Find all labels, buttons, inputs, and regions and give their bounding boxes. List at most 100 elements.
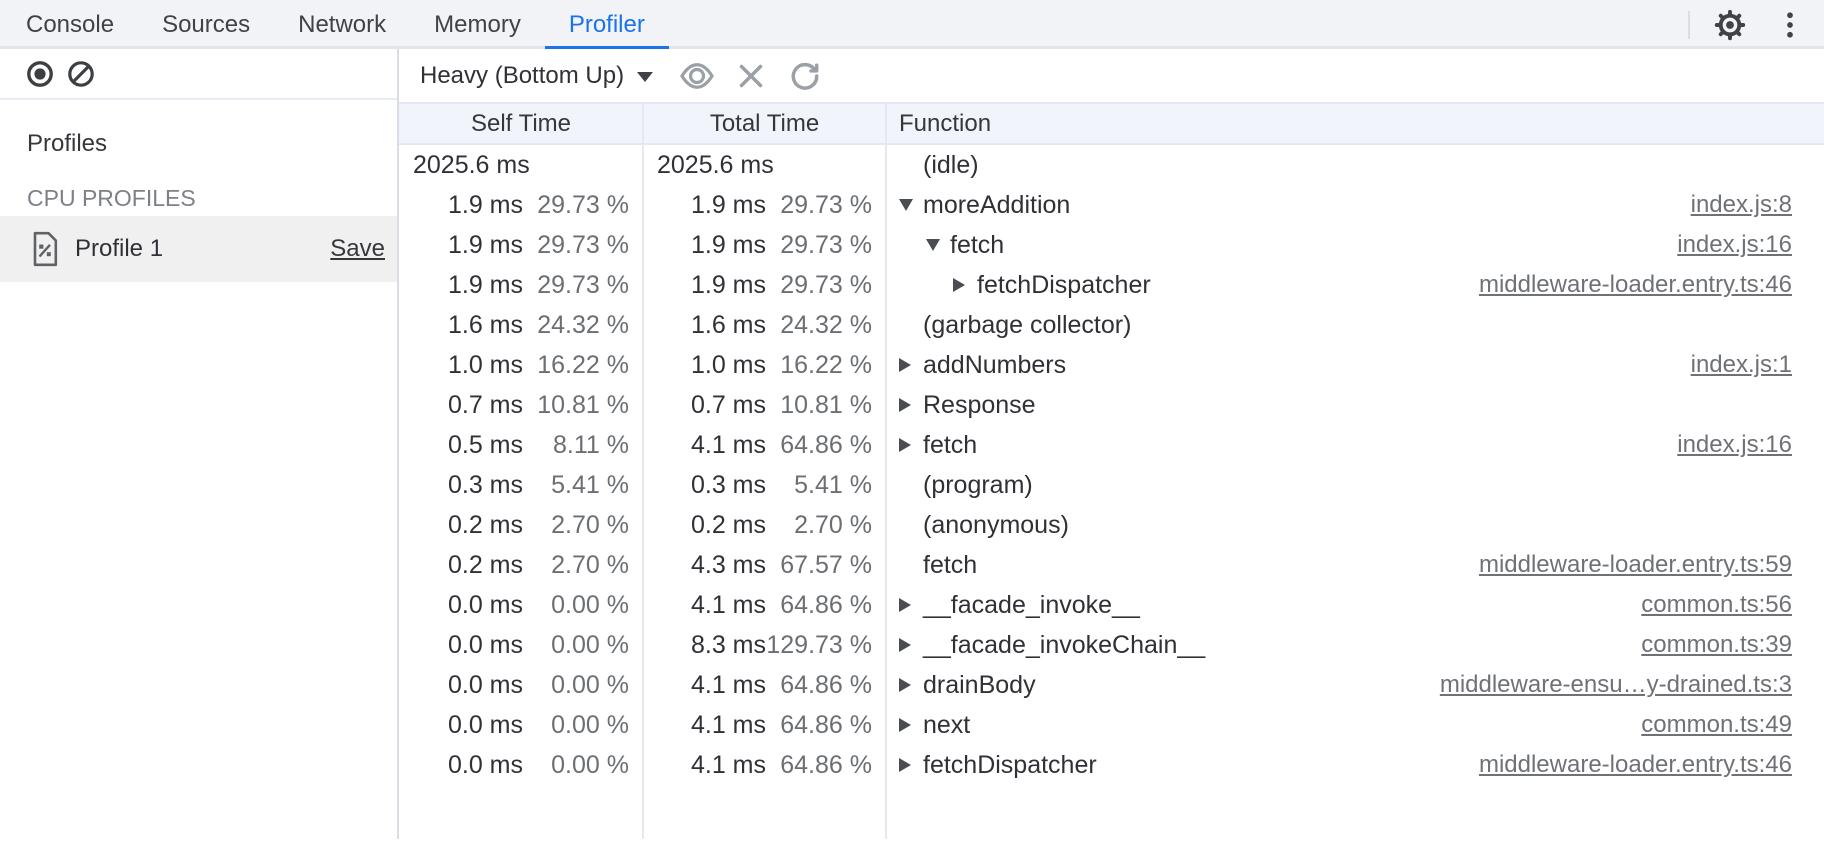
document-percent-icon (30, 231, 60, 267)
grid-header-row: Self Time Total Time Function (399, 102, 1824, 145)
total-time-ms: 1.9 ms (657, 225, 766, 265)
table-row[interactable]: 0.7 ms 10.81 % 0.7 ms 10.81 % Response (399, 385, 1824, 425)
self-time-percent: 16.22 % (523, 345, 629, 385)
table-row[interactable]: 1.6 ms 24.32 % 1.6 ms 24.32 % (garbage c… (399, 305, 1824, 345)
table-row[interactable]: 0.0 ms 0.00 % 4.1 ms 64.86 % next common… (399, 705, 1824, 745)
total-time-percent: 2.70 % (766, 505, 872, 545)
restore-all-refresh-icon[interactable] (785, 56, 825, 96)
table-row[interactable]: 1.9 ms 29.73 % 1.9 ms 29.73 % fetch inde… (399, 225, 1824, 265)
self-time-percent: 8.11 % (523, 425, 629, 465)
self-time-cell: 0.3 ms 5.41 % (399, 465, 643, 505)
self-time-ms: 0.7 ms (413, 385, 523, 425)
function-cell: addNumbers index.js:1 (886, 345, 1824, 385)
exclude-function-x-icon[interactable] (731, 56, 771, 96)
tree-arrow-collapsed-icon[interactable] (899, 398, 923, 412)
column-header-function[interactable]: Function (886, 104, 1824, 143)
total-time-percent: 29.73 % (766, 225, 872, 265)
total-time-ms: 1.0 ms (657, 345, 766, 385)
function-name: next (923, 705, 970, 745)
function-name: Response (923, 385, 1036, 425)
self-time-ms: 0.0 ms (413, 625, 523, 665)
self-time-ms: 1.9 ms (413, 185, 523, 225)
total-time-ms: 8.3 ms (657, 625, 766, 665)
total-time-cell: 1.9 ms 29.73 % (643, 265, 886, 305)
table-row[interactable]: 0.0 ms 0.00 % 4.1 ms 64.86 % drainBody m… (399, 665, 1824, 705)
tab-profiler[interactable]: Profiler (545, 0, 669, 46)
clear-profiles-icon[interactable] (66, 59, 96, 89)
self-time-cell: 0.7 ms 10.81 % (399, 385, 643, 425)
function-name: fetchDispatcher (923, 745, 1097, 785)
tree-arrow-collapsed-icon[interactable] (899, 758, 923, 772)
function-name: __facade_invoke__ (923, 585, 1140, 625)
function-cell: next common.ts:49 (886, 705, 1824, 745)
devtools-tabbar: ConsoleSourcesNetworkMemoryProfiler (0, 0, 1824, 49)
table-row[interactable]: 0.0 ms 0.00 % 4.1 ms 64.86 % fetchDispat… (399, 745, 1824, 785)
self-time-percent: 29.73 % (523, 185, 629, 225)
more-options-kebab-icon[interactable] (1772, 7, 1808, 43)
self-time-cell: 0.5 ms 8.11 % (399, 425, 643, 465)
source-location-link[interactable]: common.ts:56 (1621, 585, 1824, 625)
tree-arrow-collapsed-icon[interactable] (899, 358, 923, 372)
column-resizer-self-total[interactable] (642, 102, 644, 839)
column-resizer-total-function[interactable] (885, 102, 887, 839)
source-location-link[interactable]: middleware-loader.entry.ts:46 (1459, 745, 1824, 785)
source-location-link[interactable]: index.js:16 (1657, 425, 1824, 465)
total-time-ms: 4.1 ms (657, 705, 766, 745)
self-time-cell: 0.2 ms 2.70 % (399, 505, 643, 545)
table-row[interactable]: 0.2 ms 2.70 % 4.3 ms 67.57 % fetch middl… (399, 545, 1824, 585)
sidebar-item-profile-1[interactable]: Profile 1 Save (0, 216, 397, 282)
self-time-ms: 0.0 ms (413, 665, 523, 705)
source-location-link[interactable]: middleware-ensu…y-drained.ts:3 (1420, 665, 1824, 705)
tree-arrow-collapsed-icon[interactable] (899, 678, 923, 692)
table-row[interactable]: 1.9 ms 29.73 % 1.9 ms 29.73 % moreAdditi… (399, 185, 1824, 225)
table-row[interactable]: 0.3 ms 5.41 % 0.3 ms 5.41 % (program) (399, 465, 1824, 505)
table-row[interactable]: 0.0 ms 0.00 % 4.1 ms 64.86 % __facade_in… (399, 585, 1824, 625)
save-profile-link[interactable]: Save (330, 235, 385, 263)
source-location-link[interactable]: index.js:1 (1671, 345, 1824, 385)
source-location-link[interactable]: common.ts:49 (1621, 705, 1824, 745)
source-location-link[interactable]: middleware-loader.entry.ts:59 (1459, 545, 1824, 585)
table-row[interactable]: 0.0 ms 0.00 % 8.3 ms 129.73 % __facade_i… (399, 625, 1824, 665)
source-location-link[interactable]: middleware-loader.entry.ts:46 (1459, 265, 1824, 305)
total-time-ms: 4.1 ms (657, 585, 766, 625)
table-row[interactable]: 0.2 ms 2.70 % 0.2 ms 2.70 % (anonymous) (399, 505, 1824, 545)
function-name: (program) (923, 465, 1033, 505)
total-time-percent: 129.73 % (766, 625, 872, 665)
total-time-cell: 1.9 ms 29.73 % (643, 225, 886, 265)
total-time-percent: 5.41 % (766, 465, 872, 505)
source-location-link[interactable]: index.js:16 (1657, 225, 1824, 265)
tab-console[interactable]: Console (2, 0, 138, 46)
self-time-ms: 0.3 ms (413, 465, 523, 505)
view-mode-dropdown[interactable]: Heavy (Bottom Up) (420, 62, 653, 90)
source-location-link[interactable]: index.js:8 (1671, 185, 1824, 225)
total-time-cell: 4.1 ms 64.86 % (643, 665, 886, 705)
total-time-cell: 4.1 ms 64.86 % (643, 745, 886, 785)
function-name: fetch (923, 425, 977, 465)
tree-arrow-collapsed-icon[interactable] (899, 438, 923, 452)
column-header-self-time[interactable]: Self Time (399, 104, 643, 143)
total-time-percent: 64.86 % (766, 745, 872, 785)
table-row[interactable]: 1.9 ms 29.73 % 1.9 ms 29.73 % fetchDispa… (399, 265, 1824, 305)
focus-function-eye-icon[interactable] (677, 56, 717, 96)
self-time-ms: 0.5 ms (413, 425, 523, 465)
tree-arrow-collapsed-icon[interactable] (899, 638, 923, 652)
tree-arrow-collapsed-icon[interactable] (899, 718, 923, 732)
tab-network[interactable]: Network (274, 0, 410, 46)
tab-memory[interactable]: Memory (410, 0, 545, 46)
tree-arrow-expanded-icon[interactable] (926, 239, 950, 251)
total-time-percent: 24.32 % (766, 305, 872, 345)
table-row[interactable]: 1.0 ms 16.22 % 1.0 ms 16.22 % addNumbers… (399, 345, 1824, 385)
table-row[interactable]: 0.5 ms 8.11 % 4.1 ms 64.86 % fetch index… (399, 425, 1824, 465)
column-header-total-time[interactable]: Total Time (643, 104, 886, 143)
tab-sources[interactable]: Sources (138, 0, 274, 46)
tree-arrow-expanded-icon[interactable] (899, 199, 923, 211)
total-time-ms: 4.1 ms (657, 665, 766, 705)
tree-arrow-collapsed-icon[interactable] (953, 278, 977, 292)
tree-arrow-collapsed-icon[interactable] (899, 598, 923, 612)
function-cell: fetchDispatcher middleware-loader.entry.… (886, 265, 1824, 305)
source-location-link[interactable]: common.ts:39 (1621, 625, 1824, 665)
total-time-percent: 64.86 % (766, 425, 872, 465)
table-row[interactable]: 2025.6 ms 2025.6 ms (idle) (399, 145, 1824, 185)
record-profile-icon[interactable] (25, 59, 55, 89)
settings-gear-icon[interactable] (1712, 7, 1748, 43)
